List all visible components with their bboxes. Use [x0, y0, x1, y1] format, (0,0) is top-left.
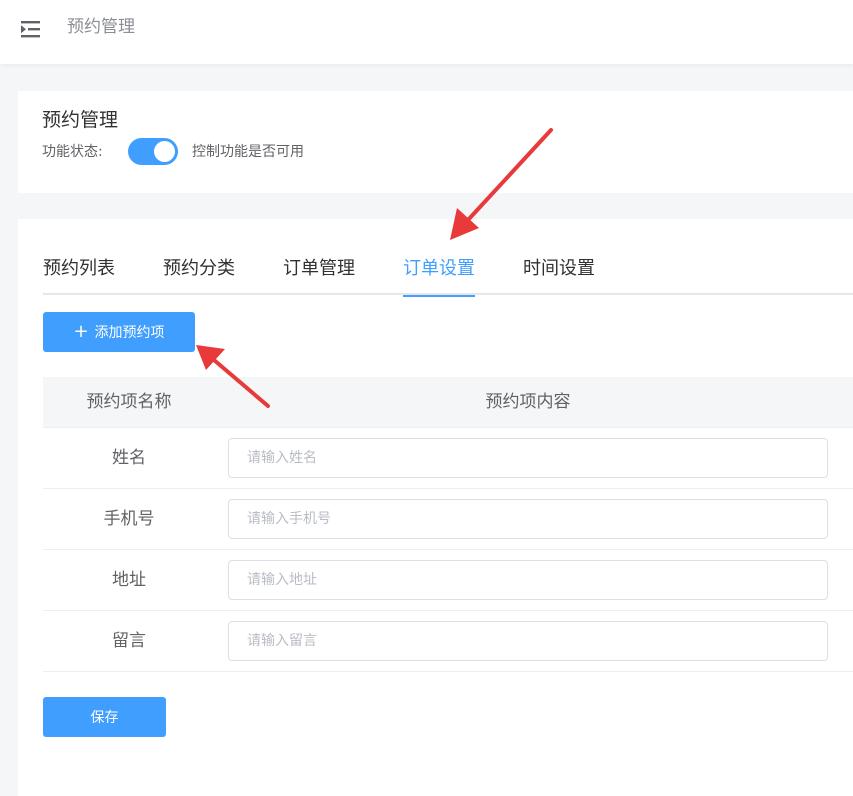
phone-input[interactable] — [228, 499, 828, 539]
tab-booking-category[interactable]: 预约分类 — [163, 257, 235, 293]
tab-order-settings[interactable]: 订单设置 — [403, 257, 475, 297]
message-input[interactable] — [228, 621, 828, 661]
plus-icon: + — [73, 321, 89, 342]
row-name: 地址 — [112, 570, 146, 590]
tab-bar: 预约列表 预约分类 订单管理 订单设置 时间设置 — [43, 253, 853, 297]
table-header: 预约项名称 预约项内容 — [43, 377, 853, 428]
table-row: 手机号 — [43, 489, 853, 550]
order-settings-card: 预约列表 预约分类 订单管理 订单设置 时间设置 + 添加预约项 预约项名称 预… — [18, 219, 853, 796]
column-header-name: 预约项名称 — [86, 392, 172, 412]
address-input[interactable] — [228, 560, 828, 600]
add-button-label: 添加预约项 — [94, 325, 165, 341]
tab-booking-list[interactable]: 预约列表 — [43, 257, 115, 293]
save-button[interactable]: 保存 — [43, 697, 166, 737]
booking-items-table: 预约项名称 预约项内容 姓名 手机号 地址 留言 — [43, 377, 853, 672]
switch-description: 控制功能是否可用 — [192, 144, 304, 160]
top-bar: 预约管理 — [0, 0, 853, 64]
row-name: 手机号 — [103, 509, 155, 529]
table-row: 留言 — [43, 611, 853, 672]
switch-knob — [154, 141, 175, 162]
row-name: 姓名 — [112, 448, 146, 468]
status-label: 功能状态: — [42, 144, 103, 160]
table-row: 地址 — [43, 550, 853, 611]
feature-toggle-switch[interactable] — [128, 138, 178, 165]
add-booking-item-button[interactable]: + 添加预约项 — [43, 312, 195, 352]
page-title: 预约管理 — [67, 17, 135, 37]
column-header-content: 预约项内容 — [485, 392, 571, 412]
menu-fold-icon[interactable] — [20, 18, 42, 40]
card-title: 预约管理 — [42, 109, 119, 131]
tab-time-settings[interactable]: 时间设置 — [523, 257, 595, 293]
row-name: 留言 — [112, 631, 146, 651]
feature-status-card: 预约管理 功能状态: 控制功能是否可用 — [18, 91, 853, 193]
table-row: 姓名 — [43, 428, 853, 489]
name-input[interactable] — [228, 438, 828, 478]
tab-order-management[interactable]: 订单管理 — [283, 257, 355, 293]
